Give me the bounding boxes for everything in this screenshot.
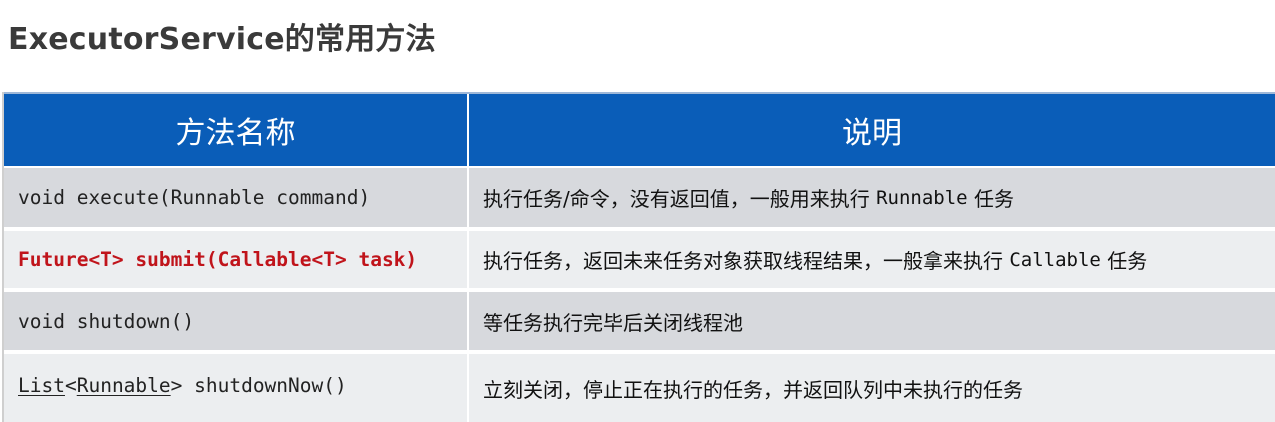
desc-code: Runnable	[876, 186, 968, 209]
description-cell: 执行任务，返回未来任务对象获取线程结果，一般拿来执行 Callable 任务	[467, 231, 1275, 288]
desc-text: 执行任务/命令，没有返回值，一般用来执行	[483, 187, 877, 211]
header-method-name: 方法名称	[175, 116, 296, 151]
table-row: Future<T> submit(Callable<T> task) 执行任务，…	[4, 227, 1275, 288]
table-row: void execute(Runnable command) 执行任务/命令，没…	[4, 166, 1275, 227]
method-signature-rest: > shutdownNow()	[170, 374, 347, 397]
method-cell-highlighted: Future<T> submit(Callable<T> task)	[18, 248, 418, 271]
desc-text: 立刻关闭，停止正在执行的任务，并返回队列中未执行的任务	[483, 378, 1023, 402]
desc-code: Callable	[1009, 248, 1101, 271]
description-cell: 立刻关闭，停止正在执行的任务，并返回队列中未执行的任务	[467, 354, 1275, 422]
methods-table: 方法名称 说明 void execute(Runnable command) 执…	[2, 92, 1275, 422]
method-bracket-open: <	[64, 374, 77, 397]
description-cell: 等任务执行完毕后关闭线程池	[467, 292, 1275, 350]
table-header-row: 方法名称 说明	[4, 92, 1275, 166]
method-type-runnable: Runnable	[76, 374, 171, 397]
method-cell: List < Runnable > shutdownNow()	[4, 354, 467, 422]
desc-text-post: 任务	[1100, 249, 1148, 273]
description-cell: 执行任务/命令，没有返回值，一般用来执行 Runnable 任务	[467, 168, 1275, 227]
method-type-list: List	[18, 374, 65, 397]
table-row: List < Runnable > shutdownNow() 立刻关闭，停止正在执行…	[4, 350, 1275, 422]
method-cell: void shutdown()	[18, 309, 195, 333]
desc-text-post: 任务	[967, 187, 1014, 211]
table-row: void shutdown() 等任务执行完毕后关闭线程池	[4, 288, 1275, 350]
desc-text: 执行任务，返回未来任务对象获取线程结果，一般拿来执行	[483, 249, 1010, 273]
method-cell: void execute(Runnable command)	[18, 186, 371, 209]
header-description: 说明	[467, 94, 1275, 166]
desc-text: 等任务执行完毕后关闭线程池	[483, 310, 743, 335]
page-title: ExecutorService的常用方法	[8, 22, 436, 57]
